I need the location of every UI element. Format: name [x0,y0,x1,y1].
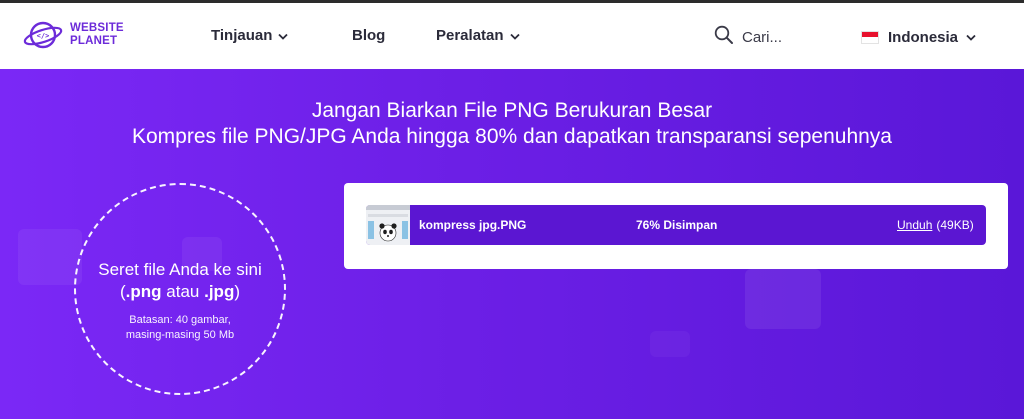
drop-zone-limits: Batasan: 40 gambar, masing-masing 50 Mb [76,313,284,343]
image-thumbnail [366,205,410,245]
result-saved-percent: 76% Disimpan [636,218,718,232]
nav-tinjauan-label: Tinjauan [211,27,273,44]
nav-peralatan-label: Peralatan [436,27,504,44]
drop-zone-instruction: Seret file Anda ke sini [98,260,262,279]
panda-thumbnail-icon [368,221,408,242]
result-file-size: (49KB) [936,218,974,232]
language-selector[interactable]: Indonesia [861,28,976,46]
result-filename: kompress jpg.PNG [419,218,527,232]
nav-tinjauan[interactable]: Tinjauan [211,27,289,44]
format-separator: atau [166,282,200,301]
decorative-image-icon [18,229,82,285]
search-input[interactable]: Cari... [742,29,782,46]
nav-peralatan[interactable]: Peralatan [436,27,520,44]
drop-zone-formats: (.png atau .jpg) [76,281,284,303]
limit-line1: Batasan: 40 gambar, [129,314,231,326]
nav-blog-label: Blog [352,27,386,44]
search-icon[interactable] [714,25,734,50]
format-png: .png [125,282,162,301]
chevron-down-icon [509,27,520,44]
file-drop-zone[interactable]: Seret file Anda ke sini (.png atau .jpg)… [74,183,286,395]
chevron-down-icon [278,27,289,44]
site-header: </> WEBSITE PLANET Tinjauan Blog Peralat… [0,3,1024,69]
hero-section: Jangan Biarkan File PNG Berukuran Besar … [0,69,1024,419]
decorative-image-icon [745,269,821,329]
limit-line2: masing-masing 50 Mb [125,329,235,341]
hero-subtitle: Kompres file PNG/JPG Anda hingga 80% dan… [132,125,892,148]
hero-title: Jangan Biarkan File PNG Berukuran Besar [311,99,713,122]
chevron-down-icon [966,28,976,46]
language-label: Indonesia [888,28,959,46]
svg-text:</>: </> [37,32,50,40]
result-download: Unduh (49KB) [897,218,974,232]
indonesia-flag-icon [861,30,879,44]
result-row: kompress jpg.PNG 76% Disimpan Unduh (49KB… [366,205,986,245]
decorative-image-icon [650,331,690,357]
site-logo[interactable]: </> WEBSITE PLANET [22,17,124,53]
logo-wordmark: WEBSITE PLANET [70,22,124,48]
logo-text-line1: WEBSITE [70,22,124,34]
hero-heading: Jangan Biarkan File PNG Berukuran Besar … [0,98,1024,150]
website-planet-logo-icon: </> [23,21,63,49]
results-card: kompress jpg.PNG 76% Disimpan Unduh (49KB… [344,183,1008,269]
nav-blog[interactable]: Blog [352,27,385,44]
format-close-paren: ) [234,282,240,301]
format-jpg: .jpg [204,282,235,301]
logo-text-line2: PLANET [70,35,118,47]
search-box[interactable]: Cari... [714,25,782,50]
download-link[interactable]: Unduh [897,218,932,232]
